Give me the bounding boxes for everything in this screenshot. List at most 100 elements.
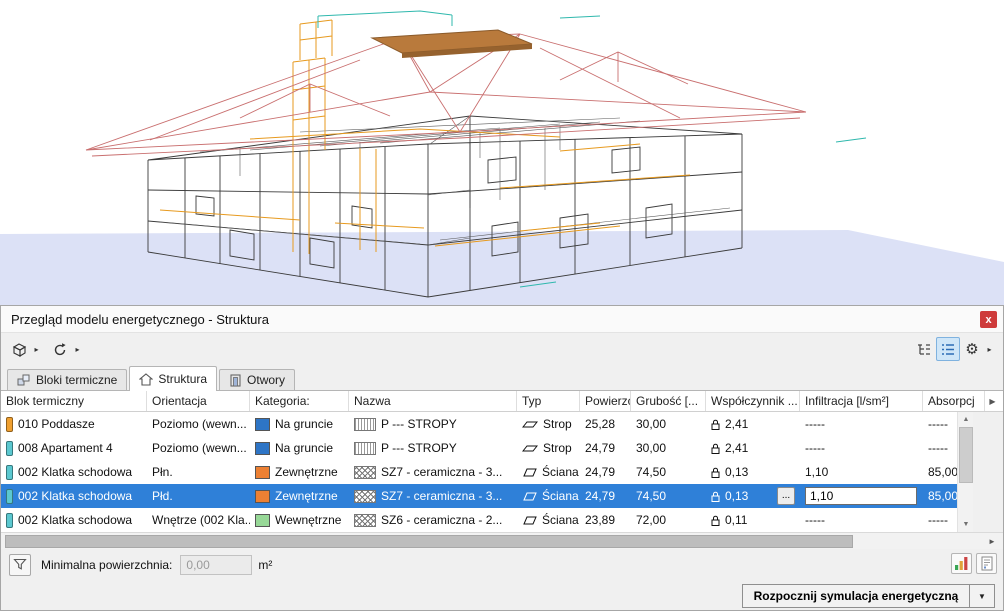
column-header-powierzchnia[interactable]: Powierzc...: [580, 391, 631, 411]
cube-icon: [11, 342, 28, 358]
scroll-down-icon[interactable]: ▼: [958, 517, 974, 532]
tree-view-icon: [916, 342, 932, 357]
run-simulation-button[interactable]: Rozpocznij symulacja energetyczną: [742, 584, 970, 608]
table-row[interactable]: 002 Klatka schodowa Wnętrze (002 Kla... …: [1, 508, 957, 532]
cell-typ: Ściana: [517, 484, 580, 508]
cell-orientacja: Płn.: [147, 460, 250, 484]
min-area-input[interactable]: [180, 555, 252, 575]
thermal-blocks-icon: [17, 374, 31, 387]
lock-icon: [711, 467, 720, 478]
refresh-dropdown[interactable]: ▸: [72, 338, 83, 362]
slab-icon: [522, 419, 538, 430]
scroll-up-icon[interactable]: ▲: [958, 412, 974, 427]
tab-otwory[interactable]: Otwory: [219, 369, 295, 390]
column-header-nazwa[interactable]: Nazwa: [349, 391, 517, 411]
thermal-block-icon: [6, 489, 13, 504]
cell-grubosc: 74,50: [631, 460, 706, 484]
lock-icon: [711, 515, 720, 526]
settings-dropdown[interactable]: ▸: [984, 337, 995, 361]
tab-label: Otwory: [247, 373, 285, 387]
3d-model-view[interactable]: [0, 0, 1004, 305]
energy-evaluation-button[interactable]: [951, 553, 972, 574]
cell-wspolczynnik: 0,11: [706, 508, 800, 532]
column-header-grubosc[interactable]: Grubość [...: [631, 391, 706, 411]
cell-blok: 002 Klatka schodowa: [1, 484, 147, 508]
panel-titlebar[interactable]: Przegląd modelu energetycznego - Struktu…: [1, 306, 1003, 333]
cell-typ: Ściana: [517, 460, 580, 484]
column-header-blok-termiczny[interactable]: Blok termiczny: [1, 391, 147, 411]
cell-absorpcja: -----: [923, 436, 957, 460]
cell-grubosc: 74,50: [631, 484, 706, 508]
fill-pattern-icon: [354, 466, 376, 479]
tab-label: Bloki termiczne: [36, 373, 117, 387]
view-options-group: ⚙ ▸: [912, 337, 995, 361]
cell-orientacja: Poziomo (wewn...: [147, 436, 250, 460]
column-header-wspolczynnik[interactable]: Współczynnik ...: [706, 391, 800, 411]
list-view-icon: [940, 342, 956, 357]
cell-kategoria: Na gruncie: [250, 436, 349, 460]
tab-struktura[interactable]: Struktura: [129, 366, 217, 391]
structure-house-icon: [139, 373, 153, 386]
report-button[interactable]: [976, 553, 997, 574]
model-update-button[interactable]: [7, 338, 31, 362]
cell-absorpcja: 85,00: [923, 460, 957, 484]
gear-icon: ⚙: [965, 342, 978, 357]
tab-bloki-termiczne[interactable]: Bloki termiczne: [7, 369, 127, 390]
filter-button[interactable]: [9, 554, 31, 576]
cell-powierzchnia: 24,79: [580, 484, 631, 508]
thermal-block-icon: [6, 465, 13, 480]
cell-blok: 002 Klatka schodowa: [1, 460, 147, 484]
unit-label: m²: [258, 558, 272, 572]
tree-view-button[interactable]: [912, 337, 936, 361]
model-update-dropdown[interactable]: ▸: [31, 338, 42, 362]
fill-pattern-icon: [354, 418, 376, 431]
vertical-scroll-thumb[interactable]: [959, 427, 973, 483]
table-row-selected[interactable]: 002 Klatka schodowa Płd. Zewnętrzne SZ7 …: [1, 484, 957, 508]
close-button[interactable]: x: [980, 311, 997, 328]
cell-blok: 010 Poddasze: [1, 412, 147, 436]
infiltration-input[interactable]: [805, 487, 917, 505]
cell-orientacja: Płd.: [147, 484, 250, 508]
cell-orientacja: Poziomo (wewn...: [147, 412, 250, 436]
cell-powierzchnia: 25,28: [580, 412, 631, 436]
cell-powierzchnia: 23,89: [580, 508, 631, 532]
thermal-block-icon: [6, 513, 13, 528]
panel-toolbar: ▸ ▸ ⚙: [1, 333, 1003, 366]
lock-icon: [711, 491, 720, 502]
energy-rating-icon: [954, 556, 969, 571]
cell-grubosc: 30,00: [631, 436, 706, 460]
column-header-typ[interactable]: Typ: [517, 391, 580, 411]
cell-wspolczynnik: 2,41: [706, 412, 800, 436]
wall-icon: [522, 467, 537, 478]
vertical-scrollbar[interactable]: ▲ ▼: [957, 412, 973, 532]
run-simulation-dropdown[interactable]: ▼: [970, 584, 995, 608]
interior-detail-lines: [160, 116, 730, 245]
columns-scroll-right-button[interactable]: ▶: [985, 393, 1000, 410]
column-header-infiltracja[interactable]: Infiltracja [l/sm²]: [800, 391, 923, 411]
cell-nazwa: P --- STROPY: [349, 436, 517, 460]
fill-pattern-icon: [354, 442, 376, 455]
energy-model-review-panel: Przegląd modelu energetycznego - Struktu…: [0, 305, 1004, 611]
cell-kategoria: Zewnętrzne: [250, 460, 349, 484]
horizontal-scroll-thumb[interactable]: [5, 535, 853, 548]
table-row[interactable]: 010 Poddasze Poziomo (wewn... Na gruncie…: [1, 412, 957, 436]
cell-orientacja: Wnętrze (002 Kla...: [147, 508, 250, 532]
more-options-button[interactable]: ...: [777, 487, 795, 505]
cell-typ: Ściana: [517, 508, 580, 532]
column-header-orientacja[interactable]: Orientacja: [147, 391, 250, 411]
settings-button[interactable]: ⚙: [960, 337, 984, 361]
scroll-right-icon[interactable]: ►: [984, 533, 1000, 550]
refresh-button[interactable]: [48, 338, 72, 362]
column-header-absorpcja[interactable]: Absorpcj: [923, 391, 985, 411]
table-row[interactable]: 002 Klatka schodowa Płn. Zewnętrzne SZ7 …: [1, 460, 957, 484]
horizontal-scrollbar[interactable]: ►: [1, 532, 1003, 549]
wall-icon: [522, 515, 537, 526]
column-header-kategoria[interactable]: Kategoria:: [250, 391, 349, 411]
cell-typ: Strop: [517, 436, 580, 460]
cell-kategoria: Wewnętrzne: [250, 508, 349, 532]
thermal-block-icon: [6, 417, 13, 432]
list-view-button[interactable]: [936, 337, 960, 361]
lock-icon: [711, 443, 720, 454]
table-row[interactable]: 008 Apartament 4 Poziomo (wewn... Na gru…: [1, 436, 957, 460]
report-document-icon: [980, 556, 994, 571]
